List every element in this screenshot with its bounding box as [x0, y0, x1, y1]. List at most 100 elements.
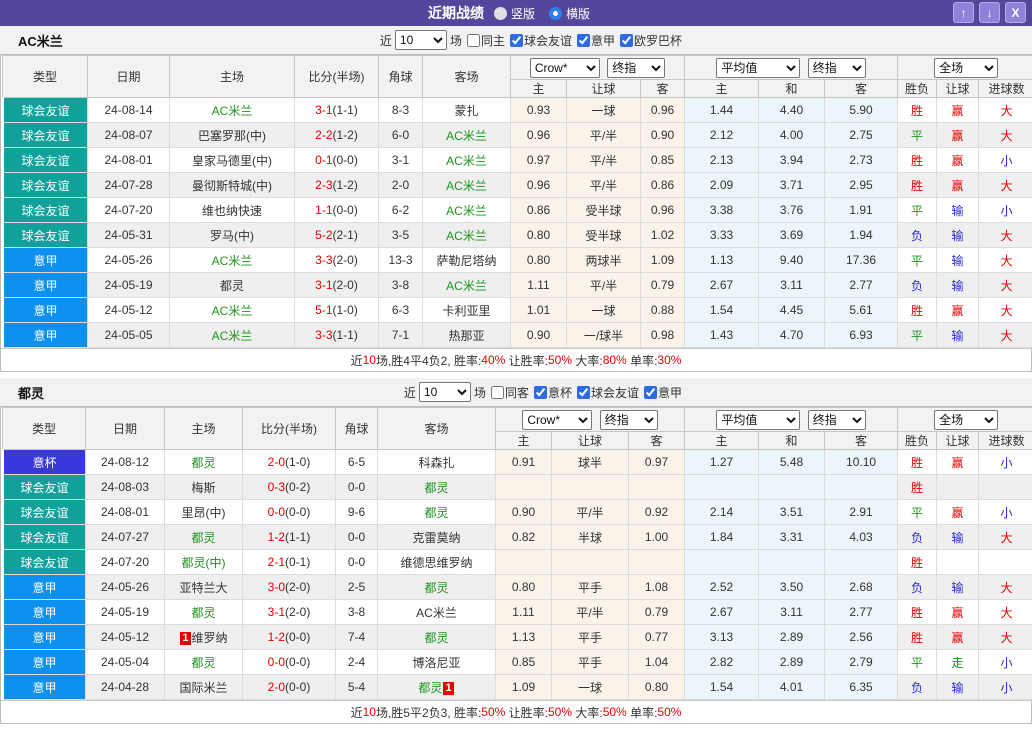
avg-away-odds: 2.68 — [825, 575, 898, 600]
odds-source-select[interactable]: Crow* — [522, 410, 592, 430]
scope-select[interactable]: 全场 — [934, 58, 998, 78]
away-team-label: 克雷莫纳 — [412, 531, 460, 545]
away-team-label: 维德思维罗纳 — [400, 556, 472, 570]
filter-option[interactable]: 同客 — [486, 384, 529, 401]
away-team-label: 都灵 — [424, 581, 448, 595]
avg-away-odds: 2.91 — [825, 500, 898, 525]
home-team: AC米兰 — [170, 98, 295, 123]
filter-checkbox[interactable] — [577, 34, 590, 47]
result-outcome: 负 — [898, 273, 937, 298]
result-goals — [979, 475, 1032, 500]
result-handicap: 输 — [937, 273, 979, 298]
avg-home-odds: 2.82 — [685, 650, 759, 675]
score-cell: 3-3(2-0) — [295, 248, 379, 273]
fulltime-score: 2-1 — [268, 555, 285, 569]
filter-controls: 近 10 场 同主球会友谊意甲欧罗巴杯 — [380, 30, 682, 50]
crown-home-odds: 0.96 — [511, 123, 567, 148]
scroll-down-button[interactable]: ↓ — [979, 2, 1000, 23]
filter-option[interactable]: 意杯 — [529, 384, 572, 401]
filter-checkbox[interactable] — [577, 386, 590, 399]
result-outcome: 平 — [898, 323, 937, 348]
filter-option[interactable]: 欧罗巴杯 — [615, 32, 682, 49]
result-goals: 大 — [979, 575, 1032, 600]
crown-away-odds: 1.02 — [641, 223, 685, 248]
filter-option[interactable]: 意甲 — [639, 384, 682, 401]
filter-option[interactable]: 同主 — [462, 32, 505, 49]
matches-table-wrap: 类型 日期 主场 比分(半场) 角球 客场 Crow* 终指 平均值 终指 — [0, 406, 1032, 724]
halftime-score: (0-0) — [285, 655, 310, 669]
summary-segment: 场,胜5平2负3, 胜率: — [376, 704, 481, 721]
layout-radio-vertical[interactable]: 竖版 — [494, 5, 535, 22]
result-outcome: 负 — [898, 223, 937, 248]
scope-select[interactable]: 全场 — [934, 410, 998, 430]
crown-home-odds: 0.80 — [511, 248, 567, 273]
halftime-score: (2-0) — [285, 580, 310, 594]
scroll-up-button[interactable]: ↑ — [953, 2, 974, 23]
match-row: 意甲24-04-28国际米兰2-0(0-0)5-4都灵11.09一球0.801.… — [3, 675, 1032, 700]
score-cell: 3-1(2-0) — [295, 273, 379, 298]
filter-option[interactable]: 意甲 — [572, 32, 615, 49]
fulltime-score: 0-0 — [268, 655, 285, 669]
result-group: 全场 — [898, 56, 1032, 80]
odds-time-select[interactable]: 终指 — [607, 58, 665, 78]
away-team: AC米兰 — [423, 223, 511, 248]
filter-checkbox[interactable] — [510, 34, 523, 47]
crown-handicap: 平手 — [552, 650, 629, 675]
filter-checkbox[interactable] — [534, 386, 547, 399]
avg-draw-odds: 9.40 — [759, 248, 825, 273]
close-button[interactable]: X — [1005, 2, 1026, 23]
halftime-score: (1-0) — [285, 455, 310, 469]
score-cell: 5-2(2-1) — [295, 223, 379, 248]
away-team-label: 都灵 — [418, 681, 442, 695]
average-source-select[interactable]: 平均值 — [716, 58, 800, 78]
subcol-avg-home: 主 — [685, 432, 759, 450]
match-date: 24-08-12 — [86, 450, 165, 475]
match-date: 24-08-03 — [86, 475, 165, 500]
result-goals: 大 — [979, 323, 1032, 348]
filter-controls: 近 10 场 同客意杯球会友谊意甲 — [404, 382, 682, 402]
result-goals: 大 — [979, 525, 1032, 550]
home-team: 都灵 — [170, 273, 295, 298]
team-panel-ac-milan: AC米兰 近 10 场 同主球会友谊意甲欧罗巴杯 类型 日期 主场 比分(半场)… — [0, 26, 1032, 372]
avg-draw-odds: 3.94 — [759, 148, 825, 173]
average-time-select[interactable]: 终指 — [808, 410, 866, 430]
filter-checkbox[interactable] — [491, 386, 504, 399]
league-type-badge: 球会友谊 — [3, 123, 88, 148]
recent-suffix-label: 场 — [450, 32, 462, 49]
odds-time-select[interactable]: 终指 — [600, 410, 658, 430]
match-row: 意甲24-05-19都灵3-1(2-0)3-8AC米兰1.11平/半0.792.… — [3, 273, 1032, 298]
home-team-label: 里昂(中) — [182, 506, 226, 520]
home-team: 里昂(中) — [165, 500, 243, 525]
away-team-label: 蒙扎 — [454, 104, 478, 118]
filter-option[interactable]: 球会友谊 — [572, 384, 639, 401]
away-team-label: AC米兰 — [446, 279, 487, 293]
home-team-label: 维罗纳 — [192, 631, 228, 645]
average-source-select[interactable]: 平均值 — [716, 410, 800, 430]
odds-source-select[interactable]: Crow* — [530, 58, 600, 78]
match-row: 球会友谊24-08-14AC米兰3-1(1-1)8-3蒙扎0.93一球0.961… — [3, 98, 1032, 123]
recent-count-select[interactable]: 10 — [395, 30, 447, 50]
fulltime-score: 5-2 — [315, 228, 332, 242]
crown-home-odds: 1.13 — [496, 625, 552, 650]
match-date: 24-05-12 — [88, 298, 170, 323]
match-row: 球会友谊24-07-20都灵(中)2-1(0-1)0-0维德思维罗纳胜 — [3, 550, 1032, 575]
filter-checkbox[interactable] — [644, 386, 657, 399]
summary-segment: 大率: — [572, 352, 603, 369]
result-goals: 小 — [979, 650, 1032, 675]
crown-handicap: 平/半 — [552, 600, 629, 625]
filter-checkbox[interactable] — [467, 34, 480, 47]
filter-checkbox[interactable] — [620, 34, 633, 47]
recent-count-select[interactable]: 10 — [419, 382, 471, 402]
avg-away-odds: 17.36 — [825, 248, 898, 273]
fulltime-score: 2-0 — [268, 455, 285, 469]
avg-away-odds: 2.73 — [825, 148, 898, 173]
crown-home-odds: 0.85 — [496, 650, 552, 675]
filter-option[interactable]: 球会友谊 — [505, 32, 572, 49]
layout-radio-horizontal[interactable]: 横版 — [549, 5, 590, 22]
fulltime-score: 0-0 — [268, 505, 285, 519]
summary-segment: 近 — [351, 352, 363, 369]
halftime-score: (2-0) — [285, 605, 310, 619]
average-time-select[interactable]: 终指 — [808, 58, 866, 78]
average-odds-group: 平均值 终指 — [685, 408, 898, 432]
result-outcome: 平 — [898, 248, 937, 273]
